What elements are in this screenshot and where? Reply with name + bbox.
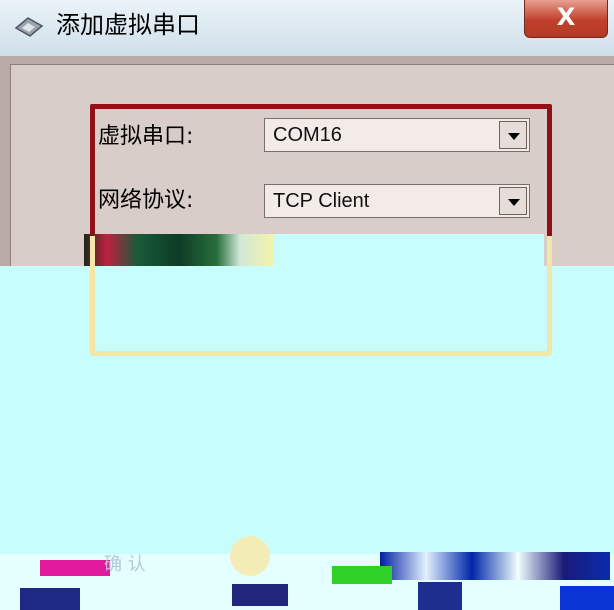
protocol-label: 网络协议: [98, 188, 194, 213]
virtual-port-label: 虚拟串口: [98, 124, 194, 149]
ok-button[interactable]: 确 认 [104, 552, 224, 578]
corrupted-region [332, 566, 392, 584]
protocol-select[interactable]: TCP Client [264, 184, 530, 218]
corrupted-region [418, 582, 462, 610]
network-port-icon [14, 17, 44, 37]
chevron-down-icon[interactable] [499, 121, 527, 149]
virtual-port-value: COM16 [273, 124, 342, 146]
corrupted-region [230, 536, 270, 576]
corrupted-region [20, 588, 80, 610]
chevron-down-icon[interactable] [499, 187, 527, 215]
corrupted-region [232, 584, 288, 606]
corrupted-region [40, 560, 110, 576]
window-title: 添加虚拟串口 [56, 11, 200, 39]
virtual-port-select[interactable]: COM16 [264, 118, 530, 152]
close-button[interactable]: X [524, 0, 608, 38]
protocol-value: TCP Client [273, 190, 370, 212]
title-bar: 添加虚拟串口 [0, 0, 614, 56]
corrupted-region [560, 586, 614, 610]
settings-group-lower-border [90, 236, 552, 356]
corrupted-region [380, 552, 610, 580]
